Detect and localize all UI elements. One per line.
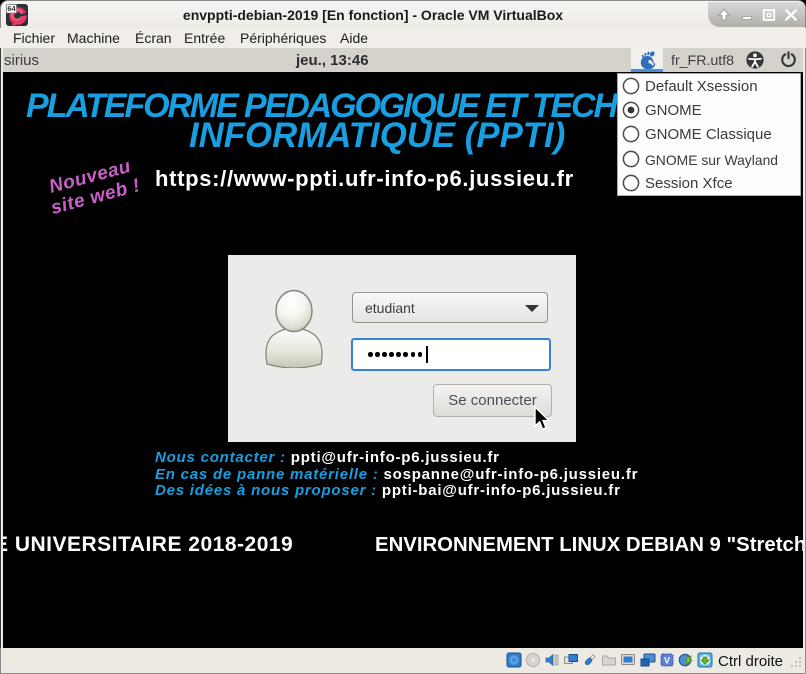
svg-text:64: 64 [7, 4, 16, 13]
svg-text:V: V [664, 656, 670, 666]
